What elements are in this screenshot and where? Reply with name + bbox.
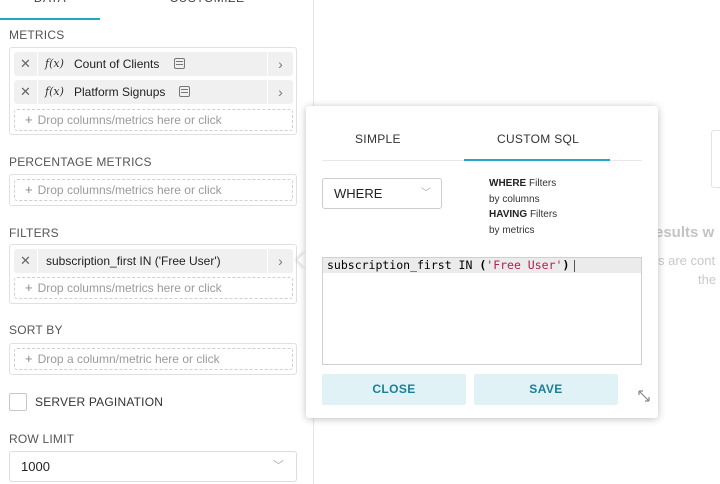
remove-icon[interactable]: ✕ [14,52,38,76]
row-limit-value: 1000 [21,459,50,474]
plus-icon: + [25,280,33,295]
sql-line: subscription_first IN ('Free User') [323,258,641,273]
function-icon: f(x) [45,85,64,98]
sql-string: 'Free User' [486,258,563,272]
percentage-metrics-label: PERCENTAGE METRICS [9,155,152,169]
filters-drop-zone[interactable]: + Drop columns/metrics here or click [14,277,293,299]
filter-edit-popover: SIMPLE CUSTOM SQL WHERE ﹀ WHERE Filters … [306,106,658,418]
metric-label: Count of Clients [74,57,160,71]
panel-tabs: DATA CUSTOMIZE [0,0,313,20]
calculator-icon [174,58,185,69]
chevron-down-icon: ﹀ [273,460,284,472]
clause-help: WHERE Filters by columns HAVING Filters … [489,176,599,238]
having-help: Filters [529,209,558,220]
plus-icon: + [25,112,33,127]
tab-data[interactable]: DATA [0,0,100,20]
percentage-metrics-drop-zone[interactable]: + Drop columns/metrics here or click [14,179,293,201]
clause-select[interactable]: WHERE ﹀ [322,178,442,209]
row-limit-select[interactable]: 1000 ﹀ [9,451,297,482]
close-button[interactable]: CLOSE [322,374,466,405]
chevron-right-icon[interactable]: › [267,52,293,76]
results-heading: esults w [655,224,715,241]
results-text: the [698,272,717,287]
plus-icon: + [25,351,33,366]
filter-pill[interactable]: ✕ subscription_first IN ('Free User') › [14,249,293,273]
metrics-drop-zone[interactable]: + Drop columns/metrics here or click [14,109,293,131]
remove-icon[interactable]: ✕ [14,80,38,104]
save-button[interactable]: SAVE [474,374,618,405]
active-tab-indicator [464,159,610,161]
tab-customize[interactable]: CUSTOMIZE [100,0,313,20]
drop-placeholder: Drop columns/metrics here or click [37,113,222,127]
background-panel [711,130,720,188]
row-limit-label: ROW LIMIT [9,432,75,446]
metric-pill[interactable]: ✕ f(x) Count of Clients › [14,52,293,76]
percentage-metrics-dnd: + Drop columns/metrics here or click [9,174,297,206]
sort-by-label: SORT BY [9,323,63,337]
drop-placeholder: Drop a column/metric here or click [37,352,220,366]
metrics-dnd: ✕ f(x) Count of Clients › ✕ f(x) Platfor… [9,47,297,135]
text-cursor [574,259,576,272]
calculator-icon [179,86,190,97]
chevron-right-icon[interactable]: › [267,249,293,273]
where-keyword: WHERE [489,178,527,189]
tab-simple[interactable]: SIMPLE [355,132,401,146]
control-panel: DATA CUSTOMIZE METRICS ✕ f(x) Count of C… [0,0,314,484]
results-text: s are cont [658,253,716,268]
metric-label: Platform Signups [74,85,166,99]
where-help: Filters [529,178,557,189]
clause-value: WHERE [334,186,383,201]
sql-text: subscription_first IN [327,258,480,272]
filters-label: FILTERS [9,226,59,240]
sort-by-drop-zone[interactable]: + Drop a column/metric here or click [14,348,293,370]
drop-placeholder: Drop columns/metrics here or click [37,281,222,295]
where-help-line2: by columns [489,193,540,205]
drop-placeholder: Drop columns/metrics here or click [37,183,222,197]
tab-custom-sql[interactable]: CUSTOM SQL [497,132,579,146]
popover-tabs: SIMPLE CUSTOM SQL [322,120,642,161]
metric-pill[interactable]: ✕ f(x) Platform Signups › [14,80,293,104]
plus-icon: + [25,182,33,197]
having-keyword: HAVING [489,209,528,220]
sql-paren: ) [562,258,570,272]
server-pagination-checkbox[interactable] [9,393,27,411]
having-help-line2: by metrics [489,224,535,236]
server-pagination-label: SERVER PAGINATION [35,395,164,409]
sql-editor[interactable]: subscription_first IN ('Free User') [322,257,642,365]
resize-icon[interactable] [638,390,650,402]
chevron-down-icon: ﹀ [421,188,431,199]
filters-dnd: ✕ subscription_first IN ('Free User') › … [9,244,297,304]
remove-icon[interactable]: ✕ [14,249,38,273]
filter-label: subscription_first IN ('Free User') [46,254,221,268]
metrics-label: METRICS [9,28,65,42]
chevron-right-icon[interactable]: › [267,80,293,104]
function-icon: f(x) [45,57,64,70]
sort-by-dnd: + Drop a column/metric here or click [9,343,297,375]
